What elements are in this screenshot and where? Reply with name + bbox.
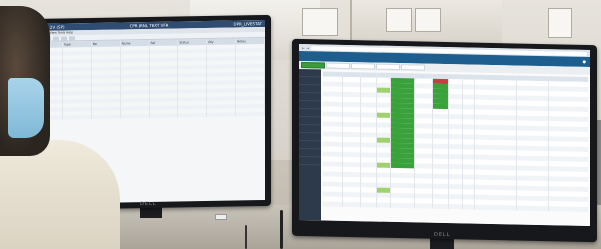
right-screen: ← → ● bbox=[299, 43, 590, 227]
app-body bbox=[299, 68, 590, 227]
table-cell bbox=[178, 112, 208, 118]
right-monitor: ← → ● DELL bbox=[292, 38, 597, 243]
cable bbox=[245, 225, 247, 249]
left-app-title-right: DPR_LIVESTAT bbox=[233, 21, 262, 27]
grid-cell bbox=[475, 204, 517, 211]
sidebar-item[interactable] bbox=[299, 156, 321, 166]
grid-cell bbox=[323, 201, 343, 207]
sidebar bbox=[299, 68, 321, 221]
left-app-title-center: CPR JRNL TEXT VFR bbox=[129, 22, 169, 29]
table-cell bbox=[120, 114, 150, 119]
data-grid bbox=[321, 69, 590, 227]
table-cell bbox=[91, 114, 121, 120]
table-cell bbox=[149, 113, 179, 118]
table-cell bbox=[62, 115, 92, 120]
app-tab[interactable] bbox=[301, 61, 325, 69]
wall-notice bbox=[548, 8, 572, 38]
app-tab[interactable] bbox=[376, 63, 400, 71]
toolbar-button[interactable] bbox=[69, 36, 75, 41]
grid-cell bbox=[517, 205, 549, 212]
table-cell bbox=[207, 112, 237, 117]
grid-cell bbox=[361, 202, 377, 208]
grid-cell bbox=[433, 203, 449, 210]
left-table-body bbox=[34, 43, 265, 121]
toolbar-button[interactable] bbox=[61, 36, 67, 41]
table-cell bbox=[236, 111, 265, 117]
app-tab[interactable] bbox=[401, 64, 425, 71]
grid-cell bbox=[415, 203, 433, 209]
photo-scene: Medis 2V (SP) CPR JRNL TEXT VFR DPR_LIVE… bbox=[0, 0, 601, 249]
cable bbox=[280, 210, 283, 249]
wall-notice bbox=[302, 8, 338, 36]
app-tab[interactable] bbox=[351, 63, 375, 70]
back-icon[interactable]: ← bbox=[302, 46, 305, 50]
monitor-brand: DELL bbox=[434, 231, 451, 239]
user-icon[interactable]: ● bbox=[583, 57, 587, 67]
grid-cell bbox=[377, 202, 391, 208]
grid-cell bbox=[449, 204, 463, 210]
face-mask bbox=[8, 78, 44, 138]
grid-cell bbox=[463, 204, 475, 210]
grid-cell bbox=[343, 201, 361, 208]
forward-icon[interactable]: → bbox=[307, 46, 310, 50]
power-adapter bbox=[215, 214, 227, 220]
monitor-brand: DELL bbox=[140, 200, 157, 208]
app-tab[interactable] bbox=[326, 62, 350, 70]
toolbar-button[interactable] bbox=[53, 36, 59, 41]
person-shirt bbox=[0, 140, 120, 249]
grid-cell bbox=[391, 202, 415, 209]
wall-notice bbox=[415, 8, 441, 32]
wall-notice bbox=[386, 8, 412, 32]
